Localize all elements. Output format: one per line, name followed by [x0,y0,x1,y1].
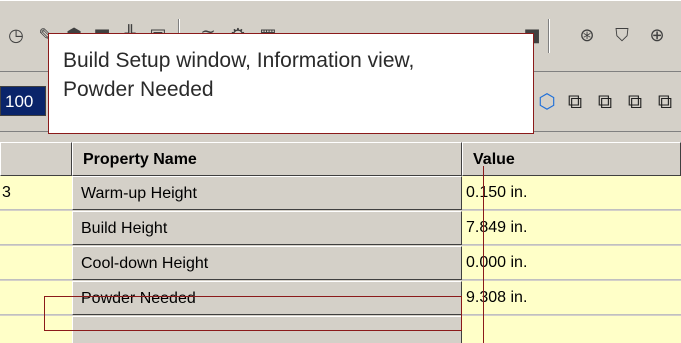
property-value-cell[interactable]: 9.308 in. [462,281,681,315]
clock-icon[interactable]: ◷ [4,23,28,47]
callout-leader-line [483,166,484,343]
cube-iso-icon[interactable]: ⧉ [652,88,678,114]
column-header-index[interactable] [0,142,72,176]
property-value-cell[interactable]: 0.000 in. [462,246,681,280]
column-header-value[interactable]: Value [462,142,681,176]
powder-needed-highlight [44,296,462,331]
property-value-cell[interactable]: 7.849 in. [462,211,681,245]
property-value-cell[interactable]: 0.150 in. [462,176,681,210]
property-name-cell[interactable]: Warm-up Height [72,176,462,210]
callout-box: Build Setup window, Information view, Po… [48,33,534,134]
cube-side-icon[interactable]: ⧉ [622,88,648,114]
row-index-cell[interactable] [0,211,72,245]
callout-text-line2: Powder Needed [63,78,214,101]
zoom-field[interactable]: 100 [0,86,46,116]
callout-text-line1: Build Setup window, Information view, [63,49,415,72]
property-value-cell[interactable] [462,316,681,343]
cube-icon[interactable]: ⬡ [534,88,560,114]
column-header-property-name[interactable]: Property Name [72,142,462,176]
cube-front-icon[interactable]: ⧉ [592,88,618,114]
toolbar-separator [548,19,550,53]
property-name-cell[interactable]: Build Height [72,211,462,245]
scan-icon[interactable]: ⊛ [575,23,599,47]
row-index-cell[interactable] [0,246,72,280]
globe-icon[interactable]: ⊕ [645,23,669,47]
shield-icon[interactable]: ⛉ [610,23,634,47]
property-name-cell[interactable]: Cool-down Height [72,246,462,280]
cube-wire-icon[interactable]: ⧉ [562,88,588,114]
row-index-cell[interactable]: 3 [0,176,72,210]
